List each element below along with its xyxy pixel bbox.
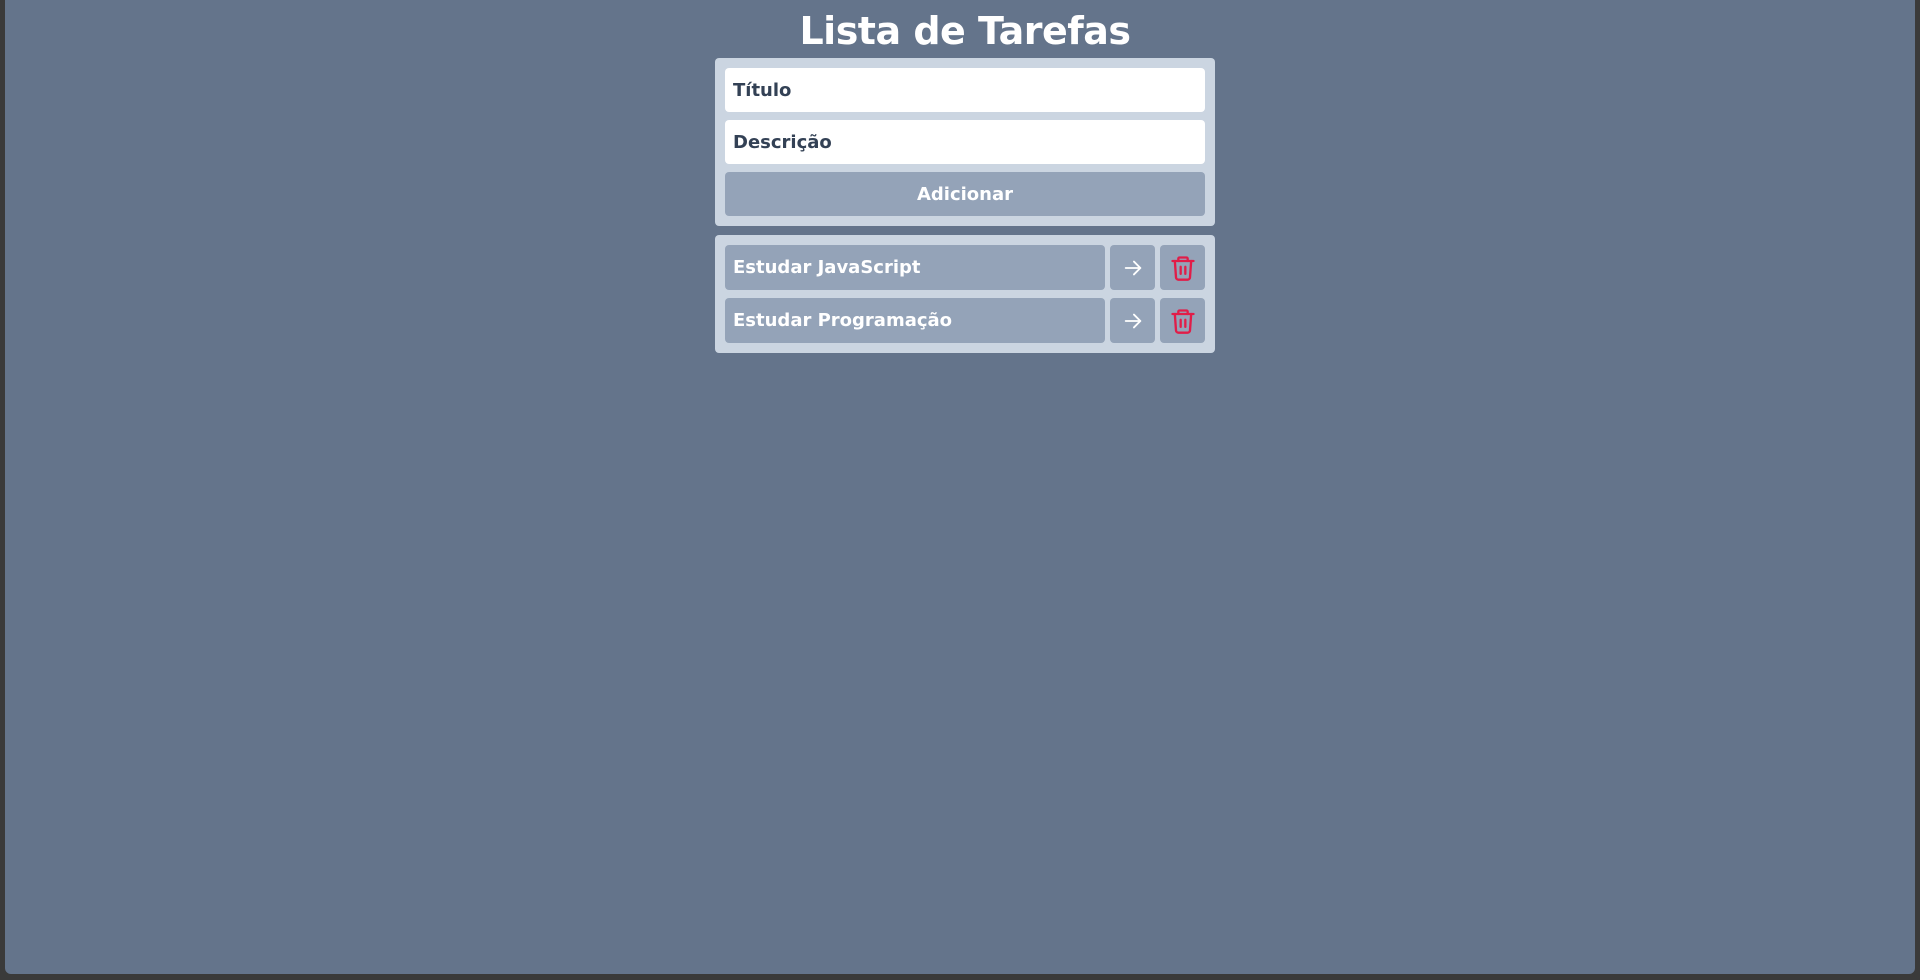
task-row: Estudar JavaScript xyxy=(725,245,1205,290)
add-task-form: Adicionar xyxy=(715,58,1215,226)
arrow-right-icon xyxy=(1122,310,1144,332)
trash-icon xyxy=(1169,307,1197,335)
task-title-button[interactable]: Estudar Programação xyxy=(725,298,1105,343)
trash-icon xyxy=(1169,254,1197,282)
add-button[interactable]: Adicionar xyxy=(725,172,1205,216)
task-delete-button[interactable] xyxy=(1160,298,1205,343)
task-delete-button[interactable] xyxy=(1160,245,1205,290)
task-list: Estudar JavaScript Estudar Programação xyxy=(715,235,1215,353)
description-input[interactable] xyxy=(725,120,1205,164)
app-container: Lista de Tarefas Adicionar Estudar JavaS… xyxy=(715,0,1215,353)
arrow-right-icon xyxy=(1122,257,1144,279)
task-row: Estudar Programação xyxy=(725,298,1205,343)
task-title-button[interactable]: Estudar JavaScript xyxy=(725,245,1105,290)
task-details-button[interactable] xyxy=(1110,298,1155,343)
page-title: Lista de Tarefas xyxy=(799,9,1131,53)
app-viewport: Lista de Tarefas Adicionar Estudar JavaS… xyxy=(5,0,1915,974)
task-details-button[interactable] xyxy=(1110,245,1155,290)
title-input[interactable] xyxy=(725,68,1205,112)
